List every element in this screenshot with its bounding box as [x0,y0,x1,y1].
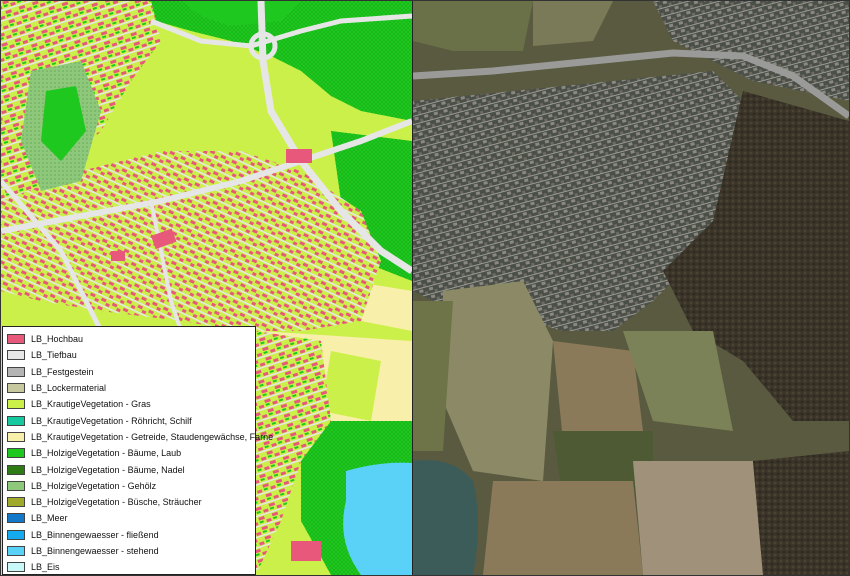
landcover-map-panel[interactable]: LB_Hochbau LB_Tiefbau LB_Festgestein LB_… [1,1,412,575]
legend-label: LB_Lockermaterial [31,383,107,394]
legend-label: LB_Eis [31,562,60,573]
legend-label: LB_Festgestein [31,366,94,377]
legend-label: LB_Binnengewaesser - fließend [31,529,159,540]
legend-swatch [7,464,25,475]
legend-label: LB_KrautigeVegetation - Getreide, Staude… [31,431,274,442]
legend-label: LB_HolzigeVegetation - Bäume, Nadel [31,464,185,475]
legend-label: LB_Meer [31,513,68,524]
legend-label: LB_Tiefbau [31,350,77,361]
legend-label: LB_HolzigeVegetation - Büsche, Sträucher [31,497,202,508]
legend-swatch [7,366,25,377]
legend-swatch [7,448,25,459]
legend-item: LB_Festgestein [3,364,255,380]
legend-item: LB_Eis [3,559,255,575]
legend-swatch [7,497,25,508]
legend-item: LB_KrautigeVegetation - Gras [3,396,255,412]
legend-item: LB_KrautigeVegetation - Getreide, Staude… [3,429,273,445]
legend-label: LB_KrautigeVegetation - Gras [31,399,151,410]
legend-swatch [7,562,25,573]
aerial-image [413,1,849,575]
legend-item: LB_Lockermaterial [3,380,255,396]
legend-swatch [7,546,25,556]
legend-swatch [7,334,25,345]
legend-label: LB_Hochbau [31,334,84,345]
legend-item: LB_Meer [3,510,255,526]
legend-swatch [7,431,25,442]
legend-swatch [7,350,25,361]
legend-swatch [7,513,25,524]
legend-item: LB_Tiefbau [3,347,255,363]
legend-item: LB_HolzigeVegetation - Büsche, Sträucher [3,494,255,510]
legend-item: LB_HolzigeVegetation - Gehölz [3,478,255,494]
legend-label: LB_HolzigeVegetation - Bäume, Laub [31,448,182,459]
legend-item: LB_HolzigeVegetation - Bäume, Nadel [3,461,255,477]
map-legend: LB_Hochbau LB_Tiefbau LB_Festgestein LB_… [2,326,273,575]
legend-swatch [7,529,25,540]
legend-label: LB_Binnengewaesser - stehend [31,546,159,556]
legend-label: LB_KrautigeVegetation - Röhricht, Schilf [31,415,192,426]
legend-item: LB_Binnengewaesser - fließend [3,527,255,543]
legend-label: LB_HolzigeVegetation - Gehölz [31,480,157,491]
aerial-image-panel[interactable] [413,1,849,575]
legend-swatch [7,415,25,426]
legend-item: LB_KrautigeVegetation - Röhricht, Schilf [3,412,255,428]
map-comparison-view: LB_Hochbau LB_Tiefbau LB_Festgestein LB_… [0,0,850,576]
legend-item: LB_Binnengewaesser - stehend [3,543,255,559]
legend-swatch [7,383,25,394]
legend-item: LB_HolzigeVegetation - Bäume, Laub [3,445,255,461]
legend-item: LB_Hochbau [3,331,255,347]
legend-swatch [7,399,25,410]
legend-swatch [7,480,25,491]
